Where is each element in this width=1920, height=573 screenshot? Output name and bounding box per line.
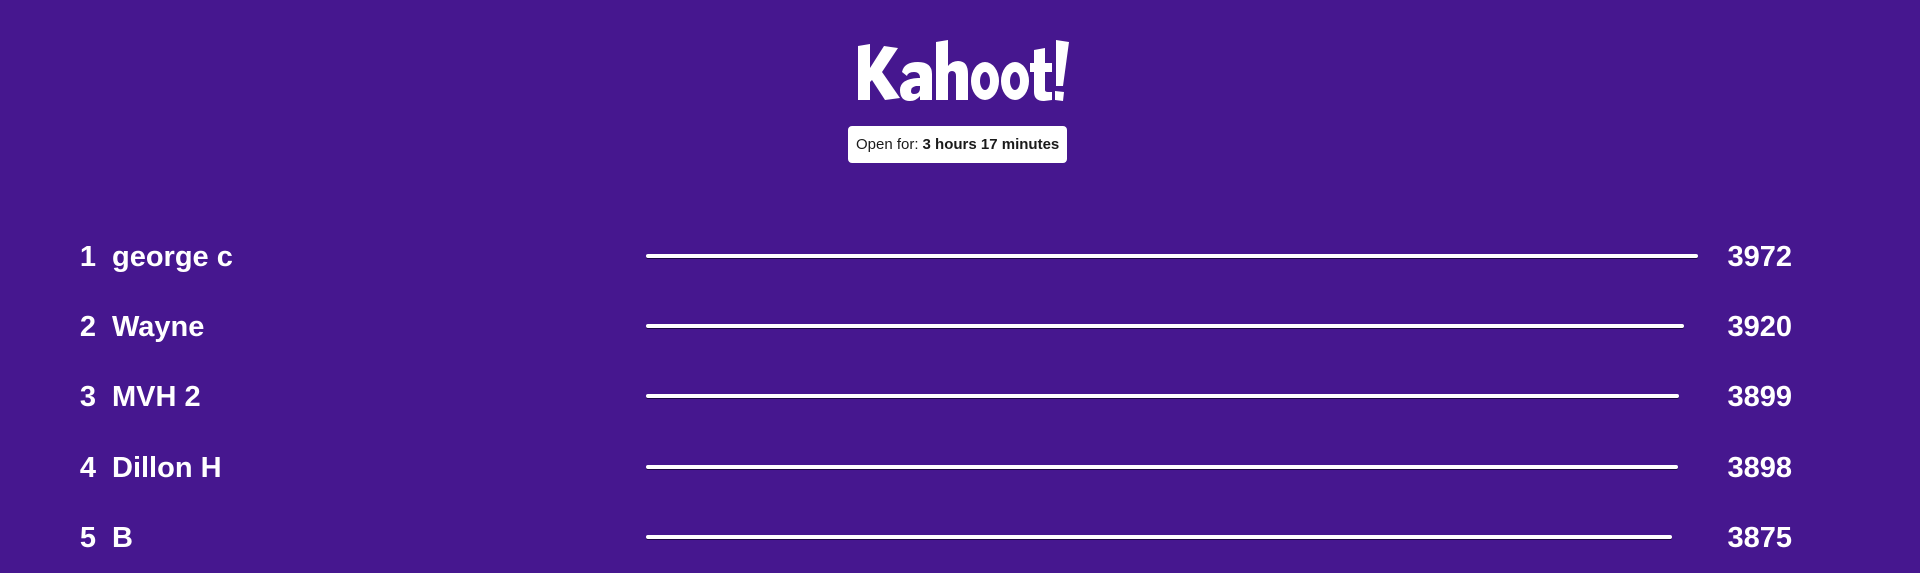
player-name: MVH 2 <box>112 381 201 413</box>
score-bar <box>646 254 1698 258</box>
score-bar-track <box>646 465 1698 471</box>
score-bar-track <box>646 535 1698 541</box>
rank-number: 3 <box>79 381 96 413</box>
kahoot-logo <box>850 34 1070 110</box>
score-bar <box>646 535 1673 539</box>
leaderboard-row: 4 Dillon H 3898 <box>0 433 1920 503</box>
leaderboard-row: 3 MVH 2 3899 <box>0 362 1920 432</box>
score-bar-track <box>646 254 1698 260</box>
player-name: Dillon H <box>112 452 222 484</box>
score-bar-track <box>646 324 1698 330</box>
player-name: george c <box>112 241 233 273</box>
kahoot-logo-wordmark <box>858 40 1069 101</box>
rank-number: 1 <box>79 241 96 273</box>
score-bar <box>646 394 1679 398</box>
timer-label: Open for: <box>856 136 919 153</box>
player-name: Wayne <box>112 311 205 343</box>
score-bar <box>646 465 1679 469</box>
rank-number: 2 <box>79 311 96 343</box>
player-score: 3898 <box>1727 452 1792 484</box>
player-name: B <box>112 522 133 554</box>
timer-value: 3 hours 17 minutes <box>922 136 1060 153</box>
leaderboard-row: 5 B 3875 <box>0 503 1920 573</box>
leaderboard-row: 2 Wayne 3920 <box>0 292 1920 362</box>
player-score: 3972 <box>1727 241 1792 273</box>
score-bar-track <box>646 394 1698 400</box>
player-score: 3875 <box>1727 522 1792 554</box>
open-duration-badge: Open for: 3 hours 17 minutes <box>848 126 1068 163</box>
player-score: 3920 <box>1727 311 1792 343</box>
leaderboard-row: 1 george c 3972 <box>0 222 1920 292</box>
player-score: 3899 <box>1727 381 1792 413</box>
header: Open for: 3 hours 17 minutes <box>0 0 1920 170</box>
score-bar <box>646 324 1685 328</box>
rank-number: 4 <box>79 452 96 484</box>
rank-number: 5 <box>79 522 96 554</box>
